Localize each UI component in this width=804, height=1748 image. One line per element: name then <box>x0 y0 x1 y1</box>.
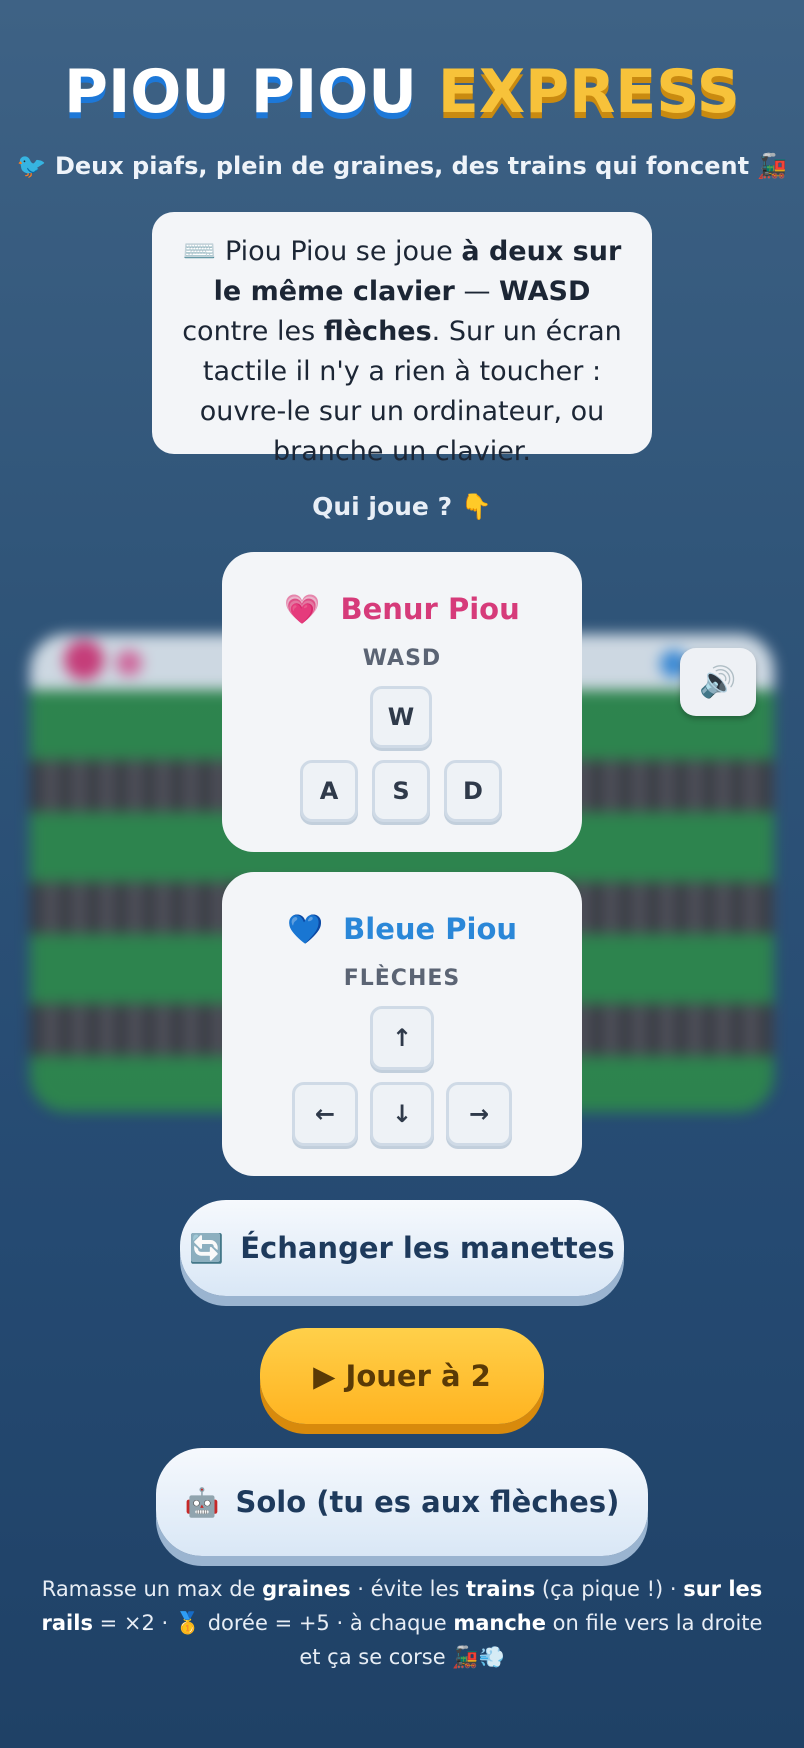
player2-card: 💙 Bleue Piou FLÈCHES ↑ ← ↓ → <box>222 872 582 1176</box>
rules-part: (ça pique !) · <box>535 1577 684 1601</box>
key-left: A <box>300 760 358 822</box>
subtitle-text: Deux piafs, plein de graines, des trains… <box>54 152 750 180</box>
solo-button[interactable]: 🤖 Solo (tu es aux flèches) <box>156 1448 648 1556</box>
speaker-icon: 🔊 <box>699 664 737 700</box>
key-down: S <box>372 760 430 822</box>
key-right: D <box>444 760 502 822</box>
player2-name-text: Bleue Piou <box>343 912 518 946</box>
notice-bold: WASD <box>499 276 591 307</box>
subtitle: 🐦 Deux piafs, plein de graines, des trai… <box>0 152 804 180</box>
play-label: ▶ Jouer à 2 <box>313 1359 491 1393</box>
game-title: PIOU PIOU EXPRESS <box>0 62 804 122</box>
rules-bold: manche <box>453 1611 546 1635</box>
player1-name: 💗 Benur Piou <box>222 592 582 627</box>
arrow-right-key: → <box>446 1082 512 1146</box>
train-icon: 🚂 <box>757 152 788 180</box>
player1-scheme: WASD <box>362 646 442 671</box>
blue-heart-icon: 💙 <box>286 912 324 946</box>
swap-label: Échanger les manettes <box>240 1231 615 1265</box>
rules-part: Ramasse un max de <box>41 1577 263 1601</box>
pink-bird-marker <box>64 640 104 680</box>
keyboard-notice: ⌨️ Piou Piou se joue à deux sur le même … <box>152 212 652 467</box>
player1-card: 💗 Benur Piou WASD W A S D <box>222 552 582 852</box>
rules-bold: graines <box>262 1577 351 1601</box>
title-part-1: PIOU PIOU <box>64 57 417 127</box>
title-part-2: EXPRESS <box>437 57 740 127</box>
play-two-button[interactable]: ▶ Jouer à 2 <box>260 1328 544 1424</box>
key-up: W <box>370 686 432 748</box>
arrow-left-key: ← <box>292 1082 358 1146</box>
swap-controls-button[interactable]: 🔄 Échanger les manettes <box>180 1200 624 1296</box>
rules-text: Ramasse un max de graines · évite les tr… <box>40 1572 764 1674</box>
arrow-up-key: ↑ <box>370 1006 434 1070</box>
notice-text: — <box>454 276 500 307</box>
player1-name-text: Benur Piou <box>340 592 520 626</box>
notice-bold: flèches <box>323 316 432 347</box>
solo-label: Solo (tu es aux flèches) <box>235 1485 620 1519</box>
bird-icon: 🐦 <box>16 152 47 180</box>
swap-icon: 🔄 <box>189 1231 225 1265</box>
who-plays-label: Qui joue ? 👇 <box>312 492 492 521</box>
player2-scheme: FLÈCHES <box>343 966 461 991</box>
rules-part: · évite les <box>350 1577 467 1601</box>
player2-name: 💙 Bleue Piou <box>222 912 582 947</box>
sound-toggle-button[interactable]: 🔊 <box>680 648 756 716</box>
pink-heart-icon: 💗 <box>284 592 321 626</box>
arrow-down-key: ↓ <box>370 1082 434 1146</box>
score-marker <box>116 650 142 676</box>
rules-bold: trains <box>466 1577 536 1601</box>
notice-text: Piou Piou se joue <box>224 236 462 267</box>
rules-part: = ×2 · 🥇 dorée = +5 · à chaque <box>92 1611 454 1635</box>
notice-text: contre les <box>182 316 324 347</box>
robot-icon: 🤖 <box>184 1485 220 1519</box>
keyboard-icon: ⌨️ <box>182 236 217 267</box>
